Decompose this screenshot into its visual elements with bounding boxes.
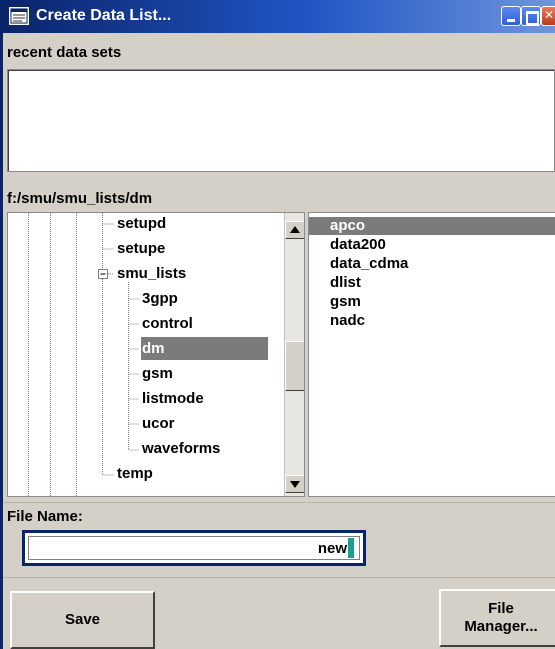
file-manager-button-label: File Manager...: [464, 600, 537, 636]
tree-item-setupd[interactable]: setupd: [8, 213, 278, 236]
recent-data-sets-list[interactable]: [7, 69, 555, 172]
tree-item-setupe[interactable]: setupe: [8, 236, 278, 261]
scrollbar-thumb[interactable]: [285, 341, 304, 391]
current-path: f:/smu/smu_lists/dm: [7, 190, 153, 207]
divider: [3, 502, 555, 503]
file-manager-label-line1: File: [488, 600, 514, 617]
scroll-up-icon[interactable]: [285, 221, 304, 239]
tree-item-label: waveforms: [142, 440, 221, 457]
tree-item-dm[interactable]: dm: [8, 336, 278, 361]
directory-tree[interactable]: setupd setupe smu_lists 3gpp control dm gsm lis…: [7, 212, 305, 497]
tree-item-label: gsm: [142, 365, 173, 382]
file-item-nadc[interactable]: nadc: [309, 312, 555, 330]
tree-item-label: dm: [141, 337, 268, 360]
tree-item-ucor[interactable]: ucor: [8, 411, 278, 436]
title-bar[interactable]: Create Data List...: [3, 0, 555, 33]
tree-item-3gpp[interactable]: 3gpp: [8, 286, 278, 311]
file-name-label: File Name:: [7, 508, 83, 525]
recent-data-sets-label: recent data sets: [7, 44, 122, 61]
tree-item-listmode[interactable]: listmode: [8, 386, 278, 411]
create-data-list-window: Create Data List... recent data sets f:/…: [0, 0, 555, 649]
tree-scrollbar[interactable]: [284, 213, 304, 496]
minimize-icon[interactable]: [501, 6, 521, 26]
tree-item-temp[interactable]: temp: [8, 461, 278, 486]
file-name-field-focus: [22, 530, 366, 566]
divider: [3, 577, 555, 578]
tree-item-control[interactable]: control: [8, 311, 278, 336]
file-item-data200[interactable]: data200: [309, 236, 555, 254]
file-manager-button[interactable]: File Manager...: [439, 589, 555, 647]
tree-item-label: temp: [117, 465, 153, 482]
tree-item-smu-lists[interactable]: smu_lists: [8, 261, 278, 286]
file-item-data-cdma[interactable]: data_cdma: [309, 255, 555, 273]
file-item-apco[interactable]: apco: [309, 217, 555, 235]
tree-item-label: setupe: [117, 240, 166, 257]
data-list-icon: [9, 7, 29, 25]
tree-item-label: 3gpp: [142, 290, 178, 307]
close-icon[interactable]: [541, 6, 555, 26]
file-item-gsm[interactable]: gsm: [309, 293, 555, 311]
file-manager-label-line2: Manager...: [464, 618, 538, 635]
tree-item-label: control: [142, 315, 193, 332]
tree-item-label: ucor: [142, 415, 175, 432]
tree-item-gsm[interactable]: gsm: [8, 361, 278, 386]
text-caret: [348, 538, 354, 558]
file-list[interactable]: apco data200 data_cdma dlist gsm nadc: [308, 212, 555, 497]
file-item-dlist[interactable]: dlist: [309, 274, 555, 292]
save-button-label: Save: [64, 611, 101, 628]
tree-item-label: listmode: [142, 390, 204, 407]
file-name-input[interactable]: [28, 536, 360, 560]
window-title: Create Data List...: [36, 7, 172, 24]
scroll-down-icon[interactable]: [285, 475, 304, 493]
tree-item-waveforms[interactable]: waveforms: [8, 436, 278, 461]
maximize-icon[interactable]: [521, 6, 541, 26]
tree-item-label: setupd: [117, 215, 167, 232]
tree-item-label: smu_lists: [117, 265, 187, 282]
save-button[interactable]: Save: [10, 591, 155, 649]
